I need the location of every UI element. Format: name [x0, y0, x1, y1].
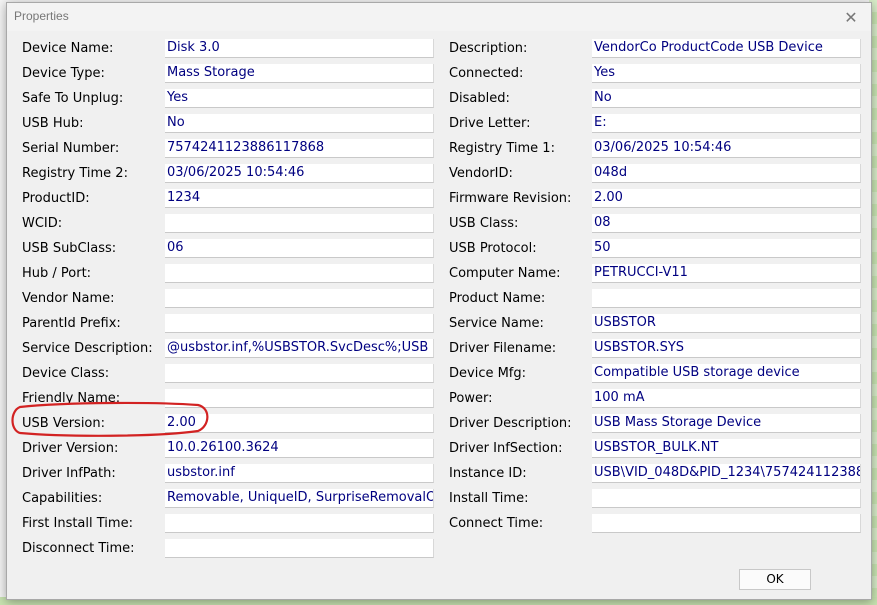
right-field-label: Driver Description:: [449, 416, 572, 431]
right-field-row: USB Protocol: 50: [7, 239, 861, 259]
right-field-label: Firmware Revision:: [449, 191, 572, 206]
right-field-row: Computer Name: PETRUCCI-V11: [7, 264, 861, 284]
left-field-row: Disconnect Time:: [7, 539, 434, 559]
right-field-row: Device Mfg: Compatible USB storage device: [7, 364, 861, 384]
ok-button[interactable]: OK: [739, 569, 811, 590]
right-field-label: Connected:: [449, 66, 524, 81]
right-field-label: Device Mfg:: [449, 366, 527, 381]
properties-dialog: Properties ✕ Device Name: Disk 3.0 Device …: [6, 2, 872, 600]
right-field-row: Driver Filename: USBSTOR.SYS: [7, 339, 861, 359]
right-field-row: Drive Letter: E:: [7, 114, 861, 134]
right-field-value-field[interactable]: Yes: [592, 64, 861, 83]
right-field-row: Instance ID: USB\VID_048D&PID_1234\757424…: [7, 464, 861, 484]
right-field-label: Driver InfSection:: [449, 441, 563, 456]
right-field-row: VendorID: 048d: [7, 164, 861, 184]
right-field-row: Product Name:: [7, 289, 861, 309]
left-field-label: Disconnect Time:: [22, 541, 135, 556]
right-field-label: Service Name:: [449, 316, 544, 331]
right-field-row: Firmware Revision: 2.00: [7, 189, 861, 209]
right-field-value-field[interactable]: 100 mA: [592, 389, 861, 408]
close-icon: ✕: [844, 7, 858, 27]
right-field-label: Description:: [449, 41, 528, 56]
right-field-value-field[interactable]: 048d: [592, 164, 861, 183]
right-field-value-field[interactable]: USBSTOR: [592, 314, 861, 333]
right-field-row: Install Time:: [7, 489, 861, 509]
dialog-titlebar: Properties ✕: [7, 3, 871, 31]
right-field-row: Connected: Yes: [7, 64, 861, 84]
right-field-label: Install Time:: [449, 491, 529, 506]
right-field-value-field[interactable]: USB\VID_048D&PID_1234\757424112388611786…: [592, 464, 861, 483]
right-field-value-field[interactable]: USBSTOR_BULK.NT: [592, 439, 861, 458]
right-field-value-field[interactable]: Compatible USB storage device: [592, 364, 861, 383]
right-field-value-field[interactable]: VendorCo ProductCode USB Device: [592, 39, 861, 58]
close-button[interactable]: ✕: [837, 6, 865, 28]
right-field-value-field[interactable]: 50: [592, 239, 861, 258]
right-field-row: Description: VendorCo ProductCode USB Dev…: [7, 39, 861, 59]
right-field-label: Registry Time 1:: [449, 141, 555, 156]
right-field-row: Connect Time:: [7, 514, 861, 534]
right-field-row: USB Class: 08: [7, 214, 861, 234]
right-field-label: Driver Filename:: [449, 341, 557, 356]
right-field-label: Power:: [449, 391, 493, 406]
right-field-label: Disabled:: [449, 91, 510, 106]
right-field-value-field[interactable]: [592, 289, 861, 308]
right-field-row: Driver Description: USB Mass Storage Devi…: [7, 414, 861, 434]
right-field-value-field[interactable]: No: [592, 89, 861, 108]
right-field-row: Driver InfSection: USBSTOR_BULK.NT: [7, 439, 861, 459]
right-field-value-field[interactable]: 08: [592, 214, 861, 233]
right-field-value-field[interactable]: [592, 489, 861, 508]
right-field-label: Connect Time:: [449, 516, 544, 531]
right-field-row: Registry Time 1: 03/06/2025 10:54:46: [7, 139, 861, 159]
dialog-title: Properties: [14, 9, 69, 23]
right-field-value-field[interactable]: E:: [592, 114, 861, 133]
right-field-value-field[interactable]: 03/06/2025 10:54:46: [592, 139, 861, 158]
right-field-value-field[interactable]: [592, 514, 861, 533]
right-field-row: Disabled: No: [7, 89, 861, 109]
right-field-value-field[interactable]: 2.00: [592, 189, 861, 208]
right-field-label: Drive Letter:: [449, 116, 531, 131]
right-field-value-field[interactable]: USB Mass Storage Device: [592, 414, 861, 433]
right-field-label: VendorID:: [449, 166, 513, 181]
right-field-label: USB Protocol:: [449, 241, 537, 256]
right-field-label: Product Name:: [449, 291, 546, 306]
right-field-row: Service Name: USBSTOR: [7, 314, 861, 334]
right-field-label: USB Class:: [449, 216, 519, 231]
right-field-label: Computer Name:: [449, 266, 561, 281]
right-field-value-field[interactable]: PETRUCCI-V11: [592, 264, 861, 283]
right-field-row: Power: 100 mA: [7, 389, 861, 409]
right-field-value-field[interactable]: USBSTOR.SYS: [592, 339, 861, 358]
left-field-value-field[interactable]: [165, 539, 434, 558]
right-field-label: Instance ID:: [449, 466, 527, 481]
